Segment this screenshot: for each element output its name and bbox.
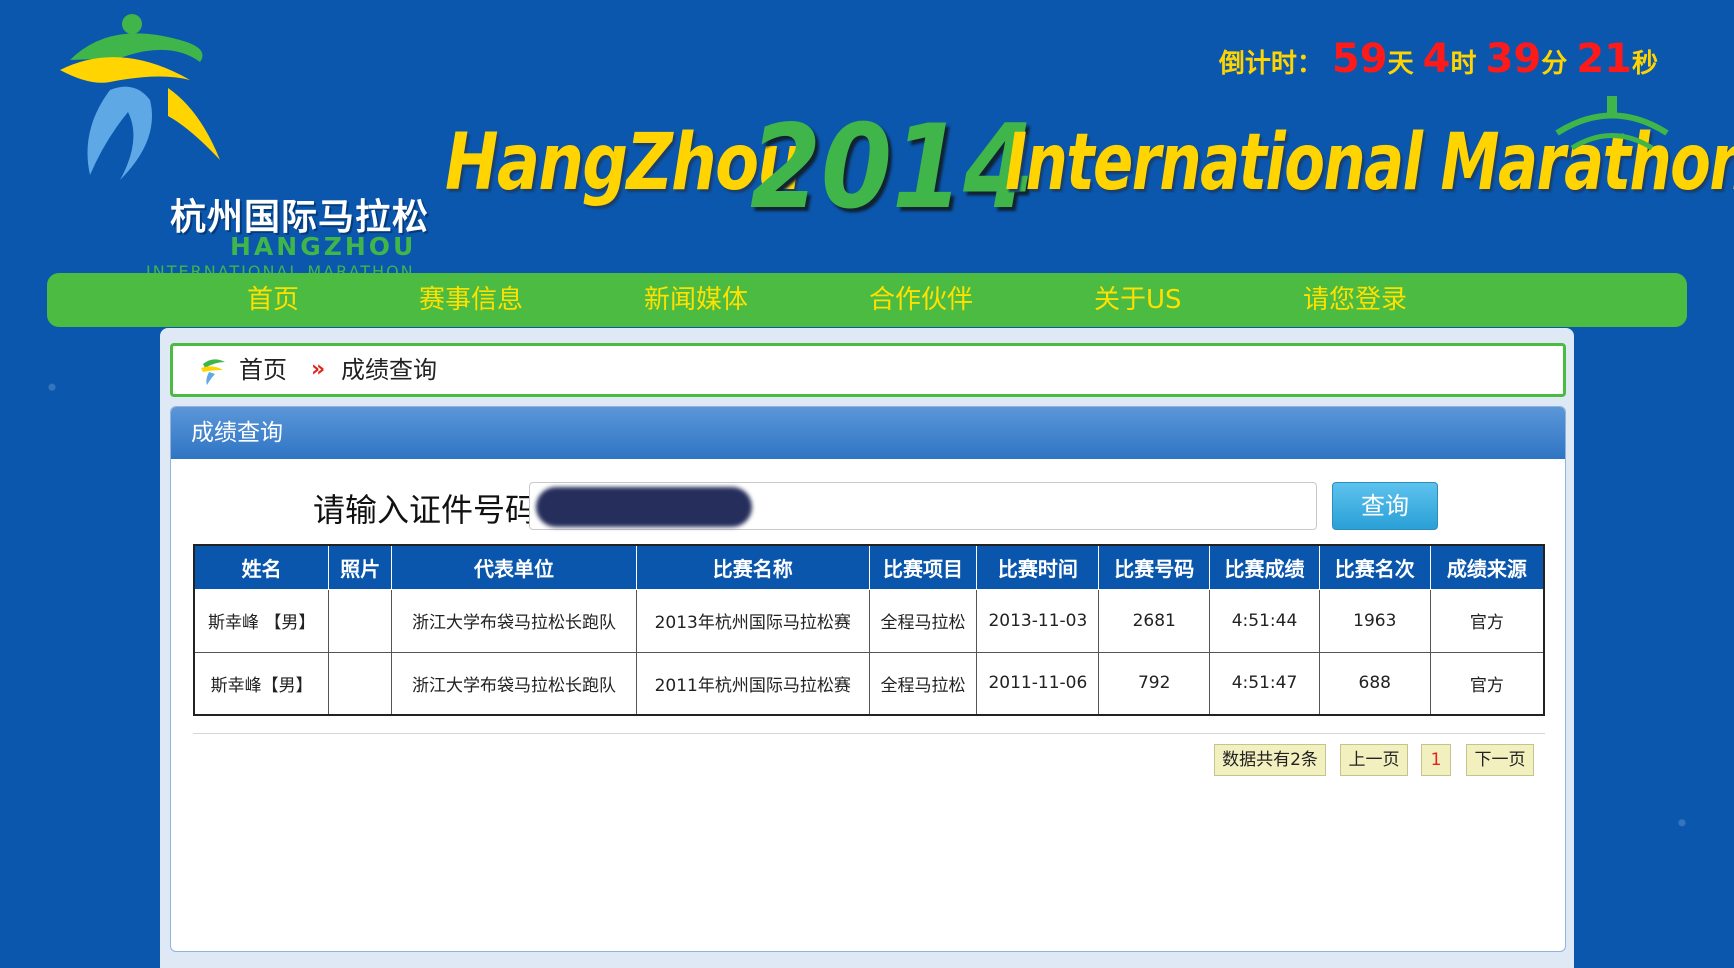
nav-item-home[interactable]: 首页 xyxy=(247,273,299,327)
redacted-id-value xyxy=(536,487,752,527)
header-rank: 比赛名次 xyxy=(1318,544,1431,590)
nav-item-about-us[interactable]: 关于US xyxy=(1094,273,1182,327)
cell-event: 全程马拉松 xyxy=(868,651,978,716)
cell-bib-number: 2681 xyxy=(1098,588,1211,653)
id-number-input[interactable] xyxy=(529,482,1317,530)
cell-organization: 浙江大学布袋马拉松长跑队 xyxy=(391,588,637,653)
cell-source: 官方 xyxy=(1429,651,1545,716)
banner-title: HangZhou 2014 International Marathon xyxy=(445,100,1734,258)
cell-source: 官方 xyxy=(1429,588,1545,653)
results-table: 姓名 照片 代表单位 比赛名称 比赛项目 比赛时间 比赛号码 比赛成绩 比赛名次… xyxy=(193,544,1545,716)
banner-hangzhou: HangZhou xyxy=(445,118,803,208)
countdown-minutes: 39 xyxy=(1485,36,1542,82)
breadcrumb: 首页 » 成绩查询 xyxy=(170,343,1566,397)
table-row: 斯幸峰 【男】 浙江大学布袋马拉松长跑队 2013年杭州国际马拉松赛 全程马拉松… xyxy=(193,588,1545,653)
countdown-label: 倒计时： xyxy=(1218,49,1323,79)
header-finish-time: 比赛成绩 xyxy=(1209,544,1320,590)
nav-item-login[interactable]: 请您登录 xyxy=(1303,273,1407,327)
cell-name: 斯幸峰 【男】 xyxy=(193,588,330,653)
nav-item-news-media[interactable]: 新闻媒体 xyxy=(644,273,748,327)
runner-icon xyxy=(60,14,220,180)
breadcrumb-separator-icon: » xyxy=(311,357,326,382)
bridge-emblem-icon xyxy=(1555,96,1669,151)
query-button[interactable]: 查询 xyxy=(1332,482,1438,530)
pagination-total: 数据共有2条 xyxy=(1214,744,1326,776)
countdown-minutes-unit: 分 xyxy=(1541,49,1568,79)
banner-year: 2014 xyxy=(750,100,1035,235)
main-nav: 首页 赛事信息 新闻媒体 合作伙伴 关于US 请您登录 xyxy=(47,273,1687,327)
cell-race-date: 2013-11-03 xyxy=(976,588,1100,653)
cell-rank: 688 xyxy=(1318,651,1431,716)
countdown-hours-unit: 时 xyxy=(1450,49,1477,79)
cell-finish-time: 4:51:44 xyxy=(1209,588,1320,653)
breadcrumb-current: 成绩查询 xyxy=(341,356,437,384)
cell-event: 全程马拉松 xyxy=(868,588,978,653)
header-name: 姓名 xyxy=(193,544,330,590)
table-row: 斯幸峰【男】 浙江大学布袋马拉松长跑队 2011年杭州国际马拉松赛 全程马拉松 … xyxy=(193,651,1545,716)
countdown-seconds-unit: 秒 xyxy=(1631,49,1658,79)
marathon-logo[interactable]: 杭州国际马拉松 HANGZHOU INTERNATIONAL MARATHON xyxy=(50,10,428,281)
cell-name: 斯幸峰【男】 xyxy=(193,651,330,716)
cell-organization: 浙江大学布袋马拉松长跑队 xyxy=(391,651,637,716)
pagination-next-button[interactable]: 下一页 xyxy=(1466,744,1534,776)
header-organization: 代表单位 xyxy=(391,544,637,590)
cell-photo xyxy=(328,651,393,716)
pagination-divider xyxy=(193,733,1545,734)
header-source: 成绩来源 xyxy=(1429,544,1545,590)
countdown-days: 59 xyxy=(1331,36,1388,82)
main-panel: 首页 » 成绩查询 成绩查询 请输入证件号码 查询 姓名 照片 代表单位 比赛名… xyxy=(160,328,1574,968)
header-race-date: 比赛时间 xyxy=(976,544,1100,590)
cell-photo xyxy=(328,588,393,653)
countdown-hours: 4 xyxy=(1422,36,1451,82)
header-race-name: 比赛名称 xyxy=(635,544,870,590)
header-photo: 照片 xyxy=(328,544,393,590)
header-event: 比赛项目 xyxy=(868,544,978,590)
cell-race-name: 2011年杭州国际马拉松赛 xyxy=(635,651,870,716)
breadcrumb-home[interactable]: 首页 xyxy=(239,346,287,394)
nav-item-event-info[interactable]: 赛事信息 xyxy=(419,273,523,327)
countdown-seconds: 21 xyxy=(1576,36,1632,82)
cell-race-name: 2013年杭州国际马拉松赛 xyxy=(635,588,870,653)
table-header-row: 姓名 照片 代表单位 比赛名称 比赛项目 比赛时间 比赛号码 比赛成绩 比赛名次… xyxy=(193,544,1545,590)
header-bib-number: 比赛号码 xyxy=(1098,544,1211,590)
logo-english-line1: HANGZHOU xyxy=(230,232,417,261)
panel-title: 成绩查询 xyxy=(171,407,1565,459)
nav-item-partners[interactable]: 合作伙伴 xyxy=(869,273,973,327)
runner-small-icon xyxy=(201,359,225,385)
results-query-panel: 成绩查询 请输入证件号码 查询 姓名 照片 代表单位 比赛名称 比赛项目 比赛时… xyxy=(170,406,1566,952)
countdown-days-unit: 天 xyxy=(1387,49,1414,79)
cell-rank: 1963 xyxy=(1318,588,1431,653)
countdown-timer: 倒计时： 59天 4时 39分 21秒 xyxy=(1219,36,1658,82)
site-header: 杭州国际马拉松 HANGZHOU INTERNATIONAL MARATHON … xyxy=(0,0,1734,281)
pagination-current-page[interactable]: 1 xyxy=(1421,744,1451,776)
cell-race-date: 2011-11-06 xyxy=(976,651,1100,716)
id-number-label: 请输入证件号码 xyxy=(313,491,538,529)
cell-finish-time: 4:51:47 xyxy=(1209,651,1320,716)
cell-bib-number: 792 xyxy=(1098,651,1211,716)
pagination-prev-button[interactable]: 上一页 xyxy=(1340,744,1408,776)
